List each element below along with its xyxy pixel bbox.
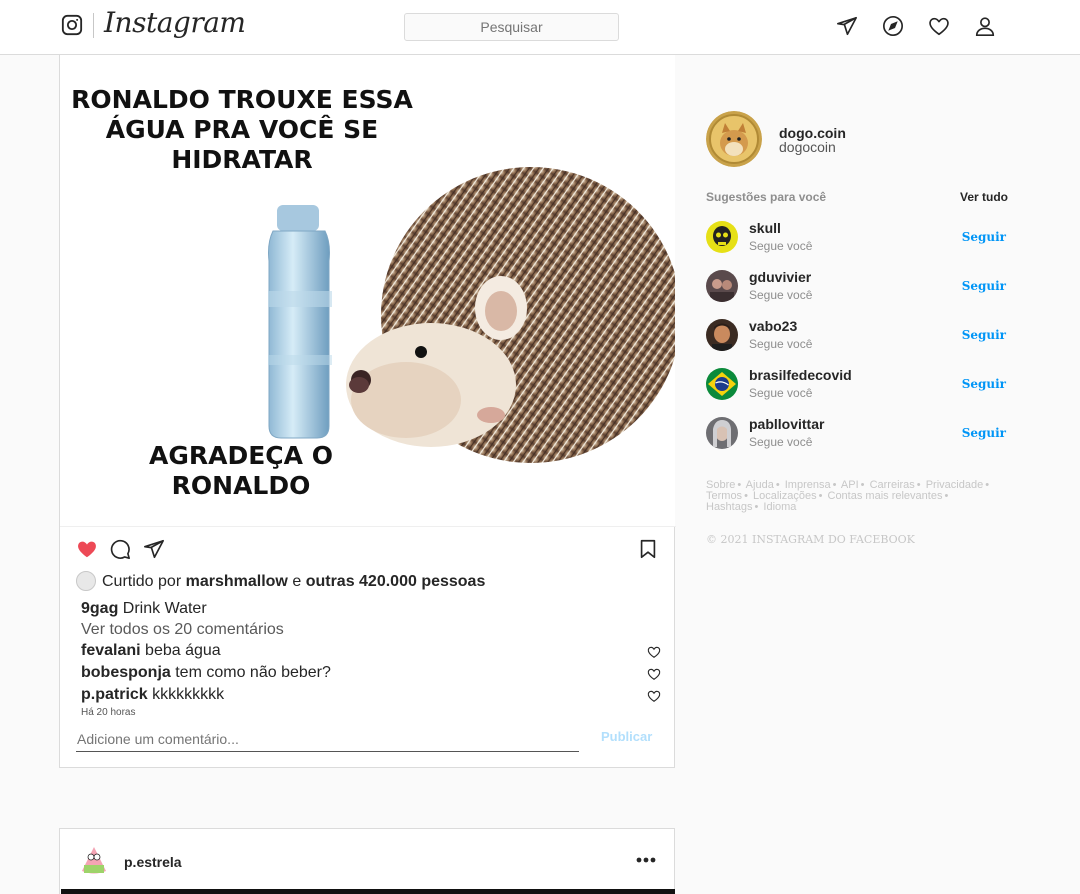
follow-button[interactable]: Seguir	[962, 279, 1006, 293]
direct-message-icon[interactable]	[836, 15, 858, 37]
comment-row: p.patrick kkkkkkkkk	[81, 686, 661, 704]
liked-heart-icon[interactable]	[76, 538, 98, 560]
likes-summary: Curtido por marshmallow e outras 420.000…	[76, 571, 486, 592]
suggestion-username[interactable]: skull	[749, 220, 781, 236]
search-input[interactable]	[404, 13, 619, 41]
comment-row: fevalani beba água	[81, 642, 661, 660]
view-all-comments-link[interactable]: Ver todos os 20 comentários	[81, 621, 284, 639]
activity-heart-icon[interactable]	[928, 15, 950, 37]
share-icon[interactable]	[143, 538, 165, 560]
add-comment-input[interactable]	[76, 726, 579, 752]
instagram-logo-icon[interactable]	[61, 14, 83, 36]
liker-username[interactable]: marshmallow	[186, 573, 288, 590]
suggestion-subtitle: Segue você	[749, 337, 813, 351]
suggestion-username[interactable]: vabo23	[749, 318, 797, 334]
profile-display-name: dogocoin	[779, 139, 836, 155]
comment-text: tem como não beber?	[175, 664, 331, 681]
comment-like-heart-icon[interactable]	[647, 689, 661, 703]
comment-row: bobesponja tem como não beber?	[81, 664, 661, 682]
bookmark-icon[interactable]	[637, 538, 659, 560]
profile-icon[interactable]	[974, 15, 996, 37]
post-action-bar	[60, 526, 676, 568]
instagram-wordmark[interactable]: Instagram	[104, 6, 246, 39]
follow-button[interactable]: Seguir	[962, 230, 1006, 244]
top-navigation-bar: Instagram	[0, 0, 1080, 55]
suggestion-username[interactable]: pabllovittar	[749, 416, 824, 432]
post-image[interactable]: RONALDO TROUXE ESSA ÁGUA PRA VOCÊ SE HID…	[61, 55, 675, 526]
footer-link[interactable]: Hashtags	[706, 501, 752, 513]
more-options-icon[interactable]	[636, 857, 656, 863]
explore-compass-icon[interactable]	[882, 15, 904, 37]
liked-and: e	[292, 573, 302, 591]
suggestion-username[interactable]: gduvivier	[749, 269, 811, 285]
comment-username[interactable]: bobesponja	[81, 664, 171, 681]
comment-like-heart-icon[interactable]	[647, 645, 661, 659]
liker-avatar[interactable]	[76, 571, 96, 591]
comment-like-heart-icon[interactable]	[647, 667, 661, 681]
caption-username[interactable]: 9gag	[81, 600, 118, 617]
footer-link[interactable]: Contas mais relevantes	[828, 490, 943, 502]
follow-button[interactable]: Seguir	[962, 377, 1006, 391]
liked-others-link[interactable]: outras 420.000 pessoas	[306, 573, 486, 590]
liked-prefix: Curtido por	[102, 573, 182, 591]
suggestion-subtitle: Segue você	[749, 288, 813, 302]
suggestion-avatar[interactable]	[706, 319, 738, 351]
follow-button[interactable]: Seguir	[962, 328, 1006, 342]
suggestion-avatar[interactable]	[706, 417, 738, 449]
suggestion-item: skull Segue você Seguir	[706, 220, 1006, 260]
footer-link[interactable]: Idioma	[763, 501, 796, 513]
suggestion-item: pabllovittar Segue você Seguir	[706, 416, 1006, 456]
copyright-text: © 2021 INSTAGRAM DO FACEBOOK	[706, 533, 915, 546]
suggestions-title: Sugestões para você	[706, 190, 827, 204]
suggestion-avatar[interactable]	[706, 368, 738, 400]
comment-username[interactable]: p.patrick	[81, 686, 148, 703]
publish-comment-button[interactable]: Publicar	[601, 729, 652, 744]
follow-button[interactable]: Seguir	[962, 426, 1006, 440]
post-author-avatar[interactable]	[77, 843, 111, 877]
suggestion-item: vabo23 Segue você Seguir	[706, 318, 1006, 358]
meme-text-bottom: AGRADEÇA O RONALDO	[149, 441, 333, 500]
post-image[interactable]	[61, 889, 675, 894]
footer-links: Sobre • Ajuda • Imprensa • API • Carreiras • …	[706, 479, 990, 513]
feed-post: RONALDO TROUXE ESSA ÁGUA PRA VOCÊ SE HID…	[59, 55, 676, 768]
suggestion-subtitle: Segue você	[749, 435, 813, 449]
see-all-suggestions-link[interactable]: Ver tudo	[960, 190, 1008, 204]
suggestion-item: brasilfedecovid Segue você Seguir	[706, 367, 1006, 407]
suggestion-subtitle: Segue você	[749, 386, 813, 400]
suggestion-item: gduvivier Segue você Seguir	[706, 269, 1006, 309]
comment-text: beba água	[145, 642, 221, 659]
suggestion-username[interactable]: brasilfedecovid	[749, 367, 852, 383]
suggestion-avatar[interactable]	[706, 221, 738, 253]
meme-text-top: RONALDO TROUXE ESSA ÁGUA PRA VOCÊ SE HID…	[71, 85, 413, 174]
suggestion-subtitle: Segue você	[749, 239, 813, 253]
post-author-username[interactable]: p.estrela	[124, 854, 182, 870]
profile-avatar[interactable]	[706, 111, 762, 167]
post-caption: 9gag Drink Water	[81, 600, 207, 618]
suggestion-avatar[interactable]	[706, 270, 738, 302]
comment-text: kkkkkkkkk	[152, 686, 225, 703]
logo-divider	[93, 13, 94, 38]
post-timestamp: Há 20 horas	[81, 707, 136, 718]
feed-post: p.estrela	[59, 828, 675, 894]
comment-username[interactable]: fevalani	[81, 642, 141, 659]
comment-icon[interactable]	[109, 538, 131, 560]
caption-text: Drink Water	[122, 600, 207, 617]
